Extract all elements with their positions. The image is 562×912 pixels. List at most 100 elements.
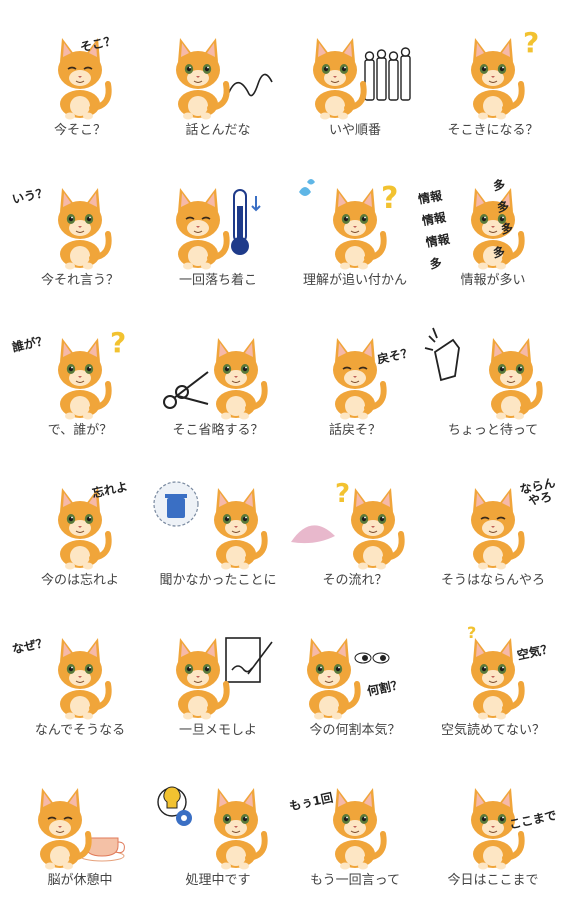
- splash-icon: [291, 525, 335, 544]
- cat-illustration: [333, 788, 387, 870]
- sticker-cell[interactable]: 一旦メモしよ: [148, 612, 288, 762]
- queue-icon: [364, 47, 411, 101]
- question-mark-icon: ?: [381, 181, 398, 216]
- sticker-caption: 空気読めてない？: [440, 723, 545, 738]
- cat-illustration: ?: [467, 623, 525, 720]
- cat-illustration: [333, 338, 387, 420]
- raised-hand-icon: [424, 327, 460, 382]
- gear-bulb-icon: [157, 786, 192, 826]
- cat-icon: [58, 488, 112, 570]
- sticker-cell[interactable]: 今それ言う？ いう？: [10, 162, 150, 312]
- cat-illustration: [163, 338, 268, 420]
- question-mark-icon: ?: [335, 479, 350, 509]
- cat-illustration: [424, 327, 543, 420]
- cat-icon: [58, 188, 112, 270]
- sticker-cell[interactable]: 情報が多い 情報 多 情報 多 情報 多 多 多: [417, 162, 562, 312]
- sticker-cell[interactable]: 話戻そ？ 戻そ？: [285, 312, 425, 462]
- memo-pen-icon: [225, 637, 273, 683]
- sticker-cell[interactable]: 脳が休憩中: [10, 762, 150, 912]
- sticker-caption: 今そこ？: [53, 123, 106, 138]
- sticker-cell[interactable]: ちょっと待って: [423, 312, 562, 462]
- cat-illustration: [176, 188, 261, 270]
- sticker-caption: もう一回言って: [310, 873, 400, 888]
- thermometer-icon: [231, 189, 261, 255]
- sticker-cell[interactable]: ? その流れ？？: [285, 462, 425, 612]
- cat-illustration: [58, 638, 112, 720]
- cat-illustration: ?: [58, 326, 126, 420]
- sticker-caption: 話戻そ？: [328, 423, 381, 438]
- sticker-caption: ちょっと待って: [447, 423, 539, 438]
- sticker-grid: 今そこ？ そこ？ 話とんだな いや順番 ? そこきになる？ 今それ言う？ いう？…: [0, 0, 562, 900]
- sticker-caption: 脳が休憩中: [47, 873, 113, 888]
- sticker-cell[interactable]: なんでそうなる なぜ？: [10, 612, 150, 762]
- side-eye-icon: [354, 652, 390, 664]
- question-mark-icon: ?: [523, 26, 539, 59]
- sticker-caption: 今のは忘れよ: [40, 573, 119, 588]
- sticker-cell[interactable]: そうはならんやろ ならん やろ: [423, 462, 562, 612]
- sticker-caption: そこ省略する？: [172, 423, 264, 438]
- sticker-cell[interactable]: 聞かなかったことに: [148, 462, 288, 612]
- sticker-cell[interactable]: 今そこ？ そこ？: [10, 12, 150, 162]
- sticker-caption: その流れ？: [322, 573, 388, 588]
- cat-illustration: [153, 481, 268, 570]
- cat-illustration: [176, 637, 273, 720]
- question-mark-icon: ?: [467, 623, 476, 642]
- sticker-caption: なんでそうなる: [34, 723, 126, 738]
- cat-icon: [471, 488, 525, 570]
- sticker-cell[interactable]: 話とんだな: [148, 12, 288, 162]
- sticker-cell[interactable]: いや順番: [285, 12, 425, 162]
- sticker-cell[interactable]: 一回落ち着こ: [148, 162, 288, 312]
- cat-illustration: [307, 638, 390, 720]
- question-mark-icon: ?: [110, 326, 126, 359]
- cat-icon: [333, 338, 387, 420]
- sticker-caption: で、誰が？: [47, 423, 113, 438]
- cat-illustration: ?: [299, 179, 398, 270]
- sticker-cell[interactable]: もう一回言って もぅ1回: [285, 762, 425, 912]
- sticker-caption: そうはならんやろ: [440, 573, 545, 588]
- cat-illustration: [58, 488, 112, 570]
- cat-icon: [351, 488, 405, 570]
- cat-illustration: [176, 38, 273, 120]
- sticker-cell[interactable]: 今日はここまで ここまで: [423, 762, 562, 912]
- cat-icon: [333, 788, 387, 870]
- trash-icon: [153, 481, 199, 527]
- sticker-caption: 理解が追い付かん: [302, 273, 407, 288]
- sticker-cell[interactable]: そこ省略する？: [148, 312, 288, 462]
- swirl-lines: [225, 73, 273, 101]
- cat-icon: [214, 338, 268, 420]
- sticker-caption: 今日はここまで: [447, 873, 539, 888]
- scissors-icon: [163, 371, 209, 409]
- cat-icon: [307, 638, 361, 720]
- cat-icon: [176, 188, 230, 270]
- sticker-cell[interactable]: ? 空気読めてない？ 空気？: [423, 612, 562, 762]
- cat-illustration: [157, 786, 268, 870]
- cat-icon: [176, 38, 230, 120]
- cat-icon: [313, 38, 367, 120]
- sticker-cell[interactable]: ? で、誰が？ 誰が？: [10, 312, 150, 462]
- cat-icon: [214, 788, 268, 870]
- sticker-caption: 今の何割本気？: [309, 723, 401, 738]
- sticker-caption: いや順番: [328, 123, 381, 138]
- sticker-cell[interactable]: ? 理解が追い付かん？: [285, 162, 425, 312]
- cat-illustration: [58, 38, 112, 120]
- sticker-caption: 話とんだな: [185, 123, 251, 138]
- cat-icon: [333, 188, 387, 270]
- sticker-cell[interactable]: 処理中です: [148, 762, 288, 912]
- sticker-caption: 一回落ち着こ: [178, 273, 257, 288]
- cat-icon: [214, 488, 268, 570]
- cat-icon: [471, 38, 525, 120]
- sticker-caption: 今それ言う？: [40, 273, 119, 288]
- sticker-caption: 聞かなかったことに: [159, 573, 277, 588]
- sticker-cell[interactable]: 今の何割本気？ 何割？: [285, 612, 425, 762]
- sticker-caption: 処理中です: [185, 873, 251, 888]
- cat-illustration: [38, 788, 125, 870]
- cat-icon: [489, 338, 543, 420]
- sticker-cell[interactable]: ? そこきになる？？？: [423, 12, 562, 162]
- cat-illustration: [58, 188, 112, 270]
- sweat-icon: [299, 179, 315, 196]
- cat-icon: [176, 638, 230, 720]
- sticker-caption: 一旦メモしよ: [178, 723, 257, 738]
- cat-illustration: [313, 38, 411, 120]
- sticker-cell[interactable]: 今のは忘れよ 忘れよ: [10, 462, 150, 612]
- sticker-caption: そこきになる？: [447, 123, 539, 138]
